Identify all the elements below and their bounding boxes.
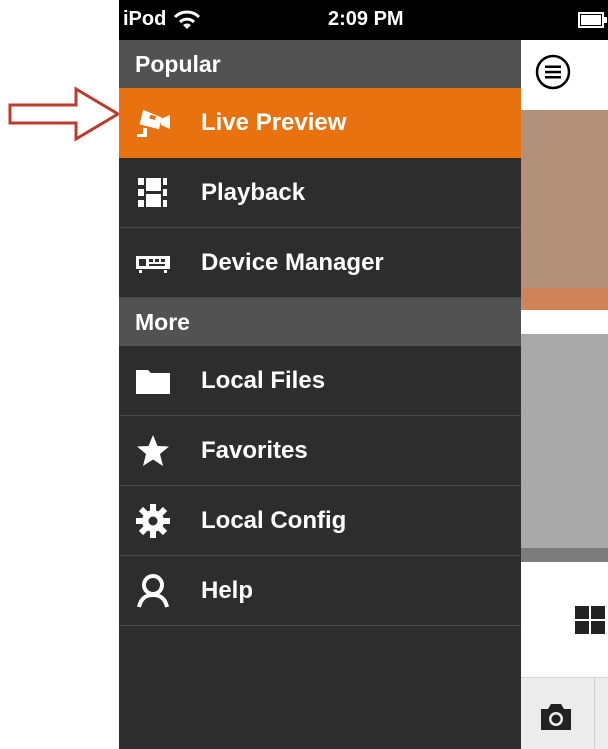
- folder-icon: [136, 370, 170, 394]
- menu-item-label: Help: [201, 577, 254, 604]
- menu-item-label: Playback: [201, 179, 306, 206]
- menu-item-favorites[interactable]: Favorites: [119, 416, 521, 486]
- camera-icon[interactable]: [538, 702, 574, 732]
- navigation-drawer: Popular Live Preview Playback Device Man…: [119, 40, 521, 749]
- video-view[interactable]: [521, 334, 608, 562]
- menu-item-label: Local Files: [201, 367, 326, 394]
- phone-screen: iPod 2:09 PM Popular Live Preview Playba…: [119, 0, 608, 749]
- toolbar-divider: [594, 678, 595, 749]
- menu-item-label: Live Preview: [201, 109, 347, 136]
- video-view[interactable]: [521, 110, 608, 310]
- menu-item-help[interactable]: Help: [119, 556, 521, 626]
- app-header: [521, 40, 608, 104]
- menu-item-label: Favorites: [201, 437, 308, 464]
- menu-item-live-preview[interactable]: Live Preview: [119, 88, 521, 158]
- menu-item-device-manager[interactable]: Device Manager: [119, 228, 521, 298]
- video-bottom-strip: [521, 288, 608, 310]
- section-header-popular: Popular: [119, 40, 521, 88]
- security-camera-icon: [137, 109, 170, 137]
- hamburger-menu-icon[interactable]: [535, 54, 571, 90]
- annotation-arrow-icon: [8, 86, 121, 142]
- wifi-icon: [173, 10, 201, 29]
- menu-item-local-files[interactable]: Local Files: [119, 346, 521, 416]
- gear-icon: [136, 504, 170, 538]
- grid-layout-icon[interactable]: [575, 606, 608, 636]
- person-icon: [137, 574, 169, 608]
- bottom-toolbar: [521, 677, 608, 749]
- dvr-device-icon: [136, 256, 170, 273]
- menu-item-label: Device Manager: [201, 249, 384, 276]
- status-bar: iPod 2:09 PM: [119, 0, 608, 40]
- section-header-more: More: [119, 298, 521, 346]
- main-content-panel: [521, 40, 608, 749]
- star-icon: [137, 435, 169, 466]
- menu-item-playback[interactable]: Playback: [119, 158, 521, 228]
- carrier-label: iPod: [123, 8, 167, 30]
- menu-item-local-config[interactable]: Local Config: [119, 486, 521, 556]
- menu-item-label: Local Config: [201, 507, 347, 534]
- battery-icon: [578, 12, 607, 28]
- video-bottom-strip: [521, 548, 608, 562]
- film-strip-icon: [138, 178, 167, 207]
- status-time: 2:09 PM: [328, 8, 404, 30]
